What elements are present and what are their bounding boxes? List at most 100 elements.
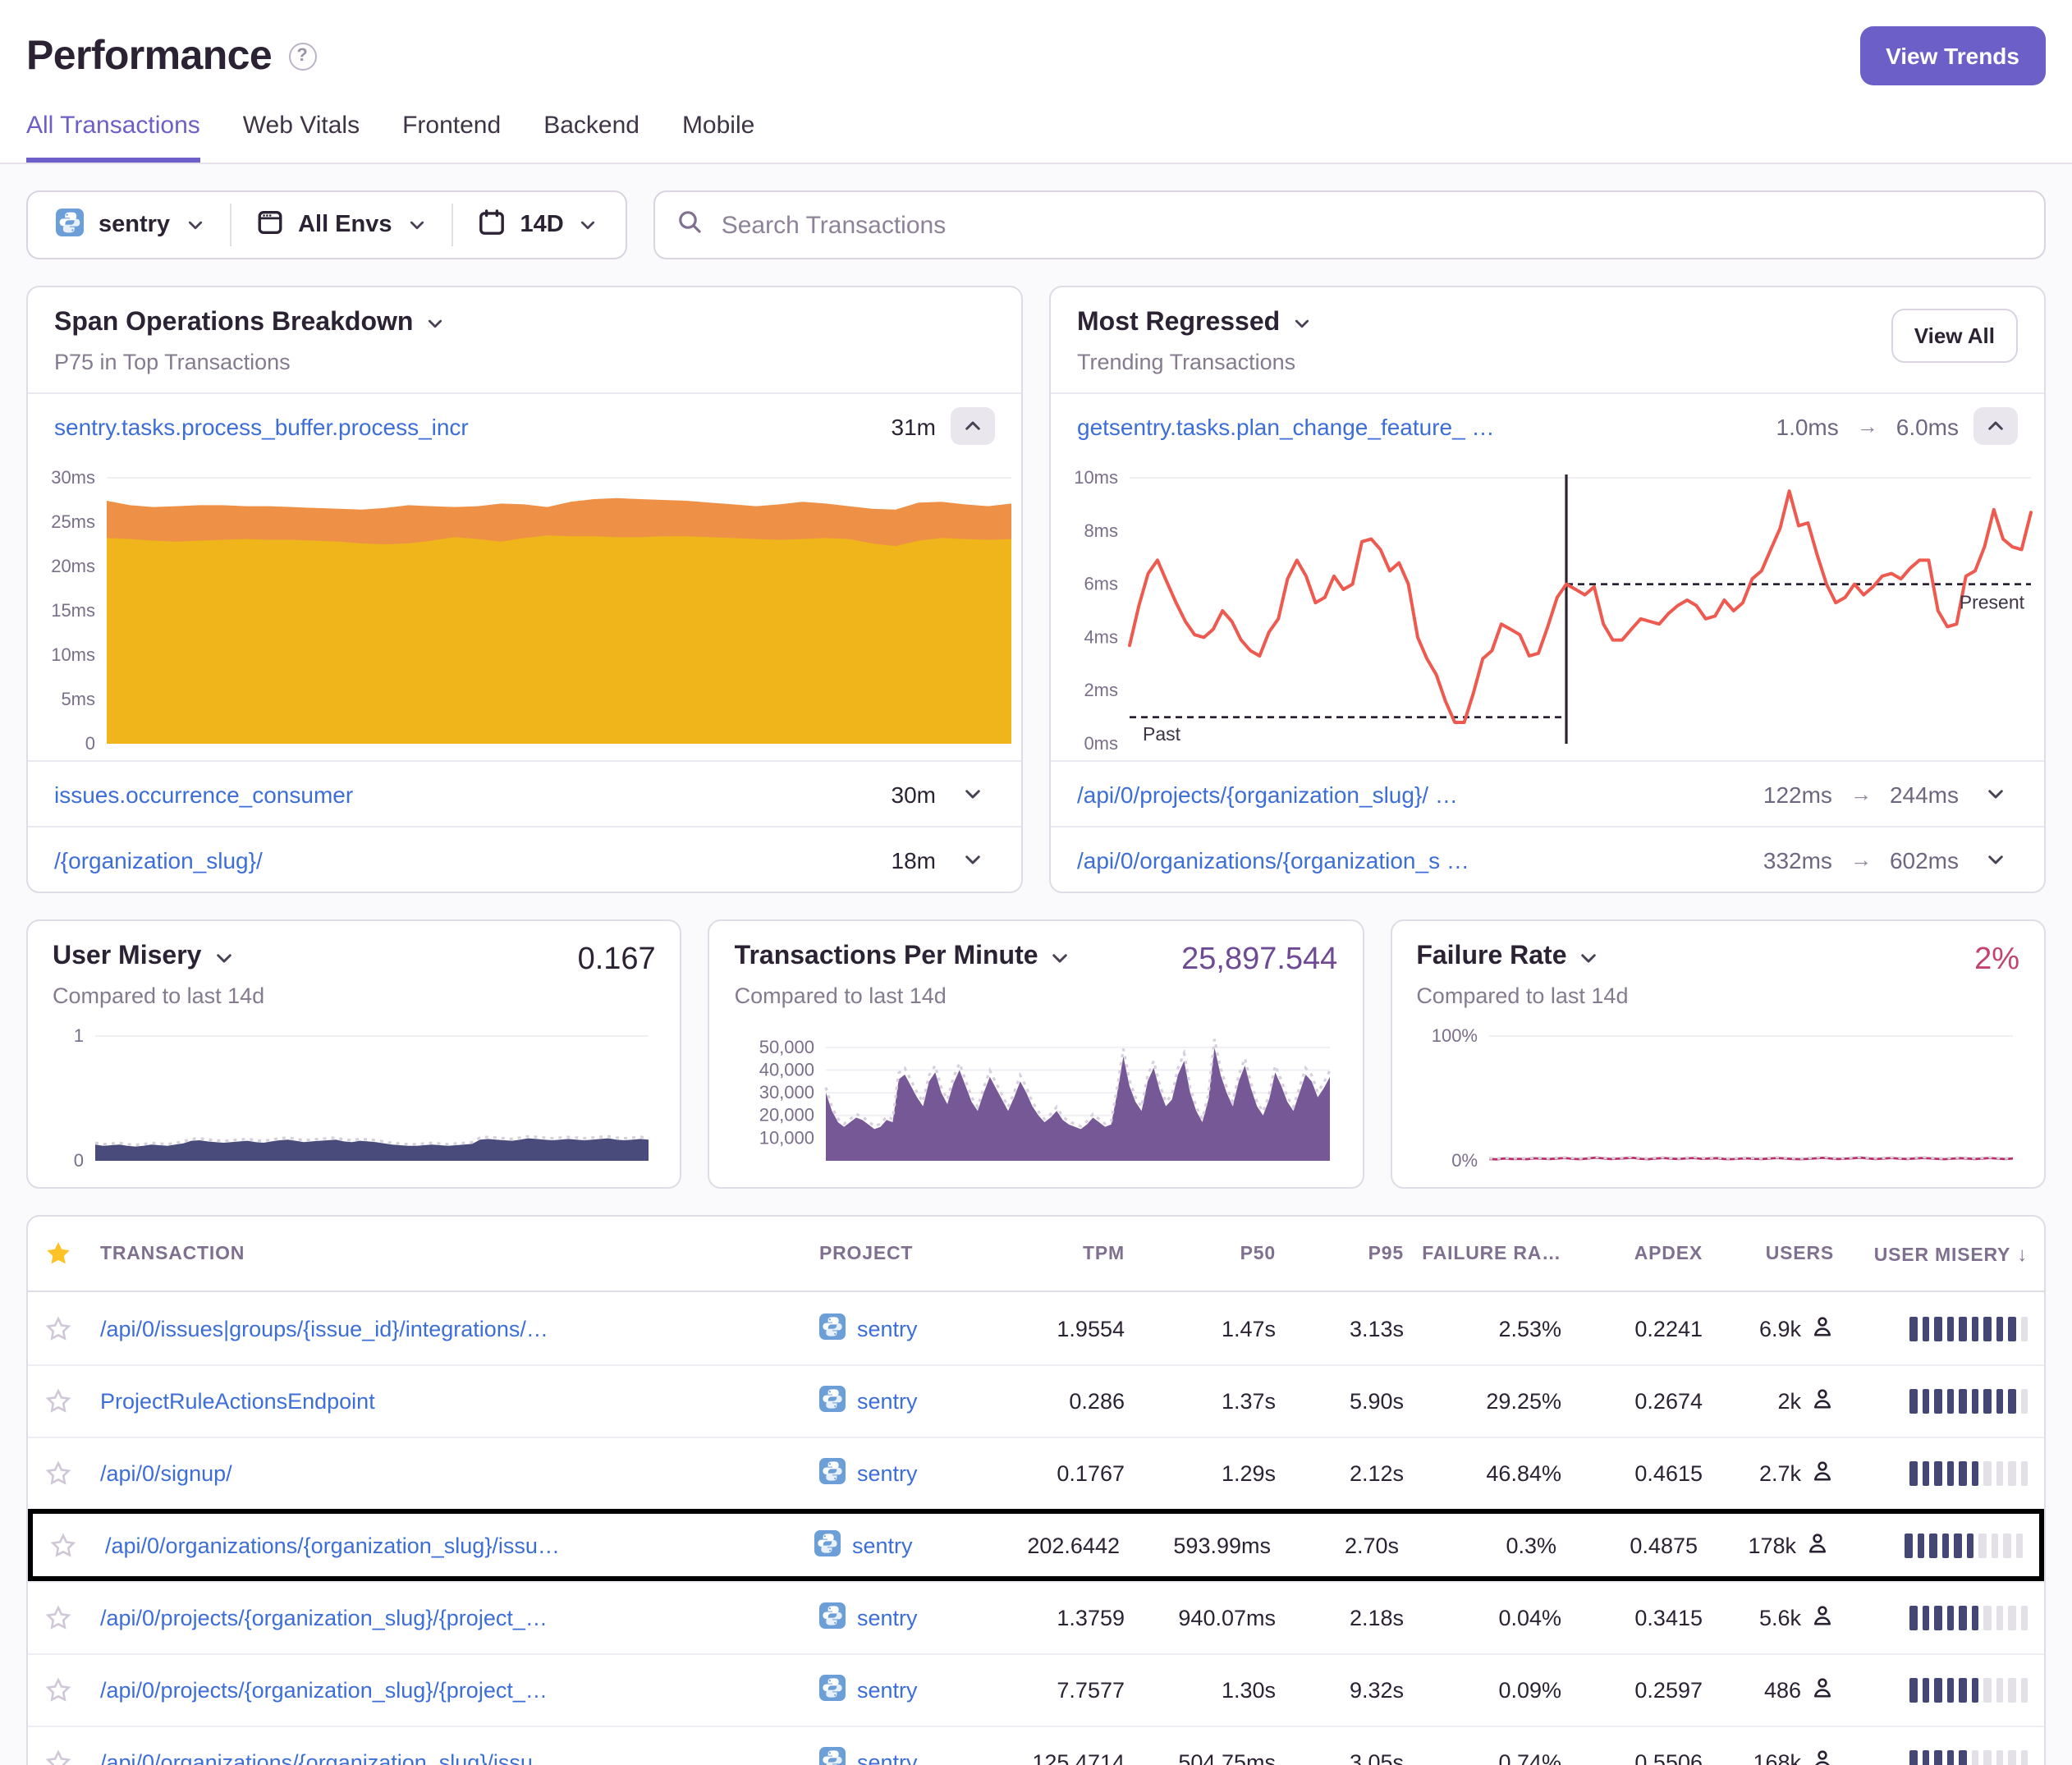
transaction-link[interactable]: /api/0/issues|groups/{issue_id}/integrat… [100,1316,800,1341]
svg-text:20,000: 20,000 [759,1105,814,1125]
favorite-star-icon[interactable] [44,1676,100,1704]
tab-frontend[interactable]: Frontend [402,112,501,163]
column-header-failure-ra-[interactable]: FAILURE RA… [1404,1244,1561,1263]
svg-text:0: 0 [85,733,95,754]
regressed-row: getsentry.tasks.plan_change_feature_ …1.… [1051,392,2044,458]
favorite-star-icon[interactable] [44,1604,100,1632]
screen: Performance ? View Trends All Transactio… [0,0,2072,1765]
environment-filter[interactable]: All Envs [231,208,451,242]
favorite-star-icon[interactable] [44,1387,100,1415]
column-header-apdex[interactable]: APDEX [1561,1244,1703,1263]
favorite-column-star-icon[interactable] [44,1240,100,1268]
table-row[interactable]: ProjectRuleActionsEndpointsentry0.2861.3… [28,1364,2044,1437]
tab-mobile[interactable]: Mobile [682,112,754,163]
transaction-link[interactable]: /api/0/organizations/{organization_slug}… [105,1533,795,1557]
transaction-cell: /api/0/organizations/{organization_slug}… [105,1533,814,1557]
project-link[interactable]: sentry [819,1747,918,1765]
misery-bar [2020,1316,2028,1341]
misery-bar [1922,1606,1929,1630]
expand-chevron-down-icon[interactable] [951,841,995,878]
failure-rate-cell: 0.09% [1404,1678,1561,1703]
user-icon [1811,1749,1834,1765]
tab-web-vitals[interactable]: Web Vitals [243,112,360,163]
column-header-project[interactable]: PROJECT [819,1244,990,1263]
column-header-p95[interactable]: P95 [1276,1244,1404,1263]
project-filter[interactable]: sentry [31,208,229,242]
regression-to-value: 244ms [1890,781,1959,807]
transactions-table: TRANSACTIONPROJECTTPMP50P95FAILURE RA…AP… [26,1215,2046,1765]
user-icon [1811,1676,1834,1704]
regressed-transaction-link[interactable]: /api/0/organizations/{organization_s … [1077,846,1749,873]
table-row[interactable]: /api/0/issues|groups/{issue_id}/integrat… [28,1292,2044,1364]
span-op-duration: 31m [892,413,936,439]
most-regressed-title[interactable]: Most Regressed [1077,309,1311,338]
span-operations-title[interactable]: Span Operations Breakdown [54,309,444,338]
date-range-label: 14D [520,212,564,238]
span-op-link[interactable]: sentry.tasks.process_buffer.process_incr [54,413,877,439]
regressed-transaction-link[interactable]: /api/0/projects/{organization_slug}/ … [1077,781,1749,807]
card-value: 25,897.544 [1181,942,1337,979]
project-link[interactable]: sentry [814,1529,913,1561]
stat-cards-row: User MiseryCompared to last 14d0.16710Tr… [26,919,2046,1189]
search-input[interactable] [718,209,2023,241]
expand-chevron-down-icon[interactable] [1973,841,2018,878]
svg-text:10ms: 10ms [1074,467,1118,488]
span-op-link[interactable]: /{organization_slug}/ [54,846,877,873]
regression-from-value: 122ms [1763,781,1832,807]
transaction-link[interactable]: ProjectRuleActionsEndpoint [100,1389,800,1414]
tab-bar: All Transactions Web Vitals Frontend Backen… [26,112,2046,163]
transaction-link[interactable]: /api/0/projects/{organization_slug}/{pro… [100,1606,800,1630]
view-all-button[interactable]: View All [1891,309,2018,363]
collapse-chevron-up-icon[interactable] [951,407,995,445]
transaction-link[interactable]: /api/0/projects/{organization_slug}/{pro… [100,1678,800,1703]
project-link[interactable]: sentry [819,1458,918,1489]
svg-text:10,000: 10,000 [759,1127,814,1148]
card-title[interactable]: Transactions Per Minute [735,942,1071,972]
misery-bar [1922,1389,1929,1414]
user-misery-cell [1834,1606,2028,1630]
column-header-tpm[interactable]: TPM [990,1244,1125,1263]
favorite-star-icon[interactable] [44,1314,100,1342]
table-row[interactable]: /api/0/organizations/{organization_slug}… [28,1509,2044,1581]
project-link[interactable]: sentry [819,1602,918,1634]
favorite-star-icon[interactable] [49,1531,105,1559]
chevron-down-icon [407,215,427,235]
expand-chevron-down-icon[interactable] [951,775,995,813]
column-header-users[interactable]: USERS [1703,1244,1834,1263]
card-title[interactable]: Failure Rate [1416,942,1628,972]
card-title[interactable]: User Misery [53,942,264,972]
performance-page: Performance ? View Trends All Transactio… [0,0,2072,1765]
misery-bar [1934,1316,1941,1341]
column-header-user-misery[interactable]: USER MISERY↓ [1834,1242,2028,1265]
transaction-link[interactable]: /api/0/signup/ [100,1461,800,1486]
transaction-link[interactable]: /api/0/organizations/{organization_slug}… [100,1750,800,1765]
misery-bar [1934,1389,1941,1414]
regressed-transaction-link[interactable]: getsentry.tasks.plan_change_feature_ … [1077,413,1762,439]
users-cell: 178k [1698,1531,1829,1559]
table-row[interactable]: /api/0/signup/sentry0.17671.29s2.12s46.8… [28,1437,2044,1509]
favorite-star-icon[interactable] [44,1749,100,1765]
project-link[interactable]: sentry [819,1313,918,1344]
span-op-link[interactable]: issues.occurrence_consumer [54,781,877,807]
column-header-transaction[interactable]: TRANSACTION [100,1244,819,1263]
date-range-filter[interactable]: 14D [453,208,623,242]
help-icon[interactable]: ? [288,42,316,70]
card-value: 0.167 [578,942,656,979]
table-row[interactable]: /api/0/organizations/{organization_slug}… [28,1726,2044,1765]
table-row[interactable]: /api/0/projects/{organization_slug}/{pro… [28,1581,2044,1653]
misery-bar [1983,1316,1991,1341]
favorite-star-icon[interactable] [44,1460,100,1488]
misery-bar [1983,1750,1991,1765]
view-trends-button[interactable]: View Trends [1859,26,2046,85]
expand-chevron-down-icon[interactable] [1973,775,2018,813]
user-misery-cell [1829,1533,2023,1557]
project-link[interactable]: sentry [819,1675,918,1706]
tab-backend[interactable]: Backend [543,112,639,163]
project-link[interactable]: sentry [819,1386,918,1417]
column-header-p50[interactable]: P50 [1125,1244,1276,1263]
table-row[interactable]: /api/0/projects/{organization_slug}/{pro… [28,1653,2044,1726]
misery-bar [1996,1316,2003,1341]
tab-all-transactions[interactable]: All Transactions [26,112,200,163]
collapse-chevron-up-icon[interactable] [1973,407,2018,445]
p95-cell: 3.13s [1276,1316,1404,1341]
